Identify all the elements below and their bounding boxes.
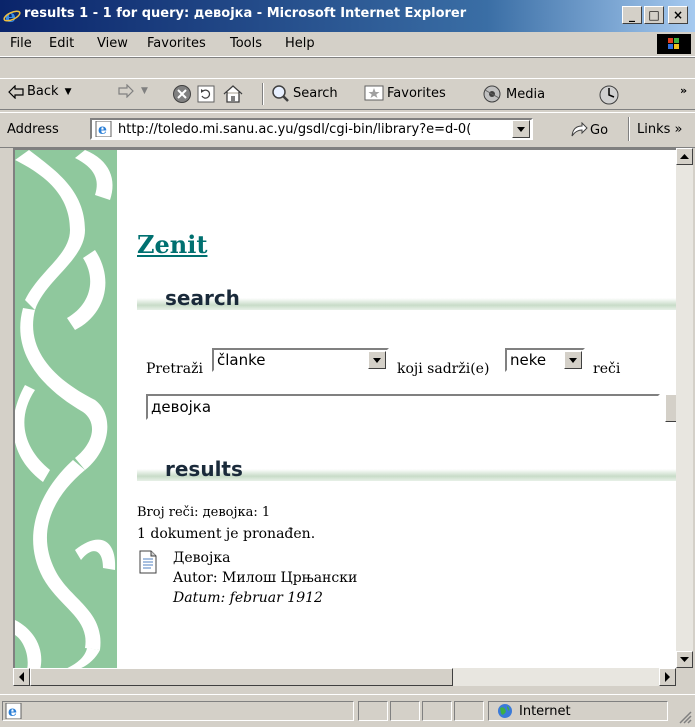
result-date: Datum: februar 1912 [173,590,323,606]
maximize-button[interactable]: □ [644,6,664,24]
go-arrow-icon [571,122,588,137]
back-dropdown-icon[interactable]: ▼ [65,87,72,97]
resize-grip-icon[interactable] [678,710,692,724]
search-type-select[interactable]: članke [212,348,389,372]
stop-icon [173,85,191,103]
window-title: results 1 - 1 for query: девојка - Micro… [24,6,467,21]
back-arrow-icon [8,84,24,99]
history-button[interactable] [598,84,623,106]
scroll-right-arrow-icon [665,672,670,682]
search-submit-button[interactable] [665,394,676,422]
collection-title-link[interactable]: Zenit [137,230,207,259]
menu-tools[interactable]: Tools [230,36,262,51]
home-icon [223,85,243,103]
menu-favorites[interactable]: Favorites [147,36,206,51]
internet-globe-icon [498,704,512,718]
search-prefix-label: Pretraži [146,361,203,377]
document-icon[interactable] [137,550,159,574]
windows-logo-icon [657,34,691,54]
scroll-down-button[interactable] [676,651,693,668]
search-section-heading: search [137,286,676,310]
go-button[interactable]: Go [570,122,608,138]
history-icon [599,85,619,105]
search-type-dropdown-icon[interactable] [368,351,386,369]
address-dropdown-icon[interactable] [512,120,530,138]
page-content: Zenit search Pretraži članke koji sadrži… [13,148,676,668]
close-button[interactable]: × [668,6,688,24]
browser-window: e results 1 - 1 for query: девојка - Mic… [0,0,695,726]
horizontal-scroll-thumb[interactable] [30,668,453,686]
forward-button[interactable]: ▼ [118,84,148,98]
status-panel [358,701,388,721]
menu-help[interactable]: Help [285,36,315,51]
scroll-left-arrow-icon [19,672,24,682]
menu-bar: File Edit View Favorites Tools Help [0,32,695,57]
menu-file[interactable]: File [10,36,32,51]
standard-toolbar: Back ▼ ▼ Search Favorites Media » [0,78,695,110]
stop-button[interactable] [172,84,195,104]
minimize-button[interactable]: _ [622,6,642,24]
toolbar-separator [262,83,264,105]
zone-indicator: Internet [497,703,571,719]
menu-edit[interactable]: Edit [49,36,74,51]
svg-text:e: e [98,122,107,137]
favorites-button[interactable]: Favorites [364,84,446,102]
search-suffix-label: reči [593,361,621,377]
status-bar: e Internet [0,694,695,727]
scroll-left-button[interactable] [13,668,30,686]
links-button[interactable]: Links » [637,122,682,137]
toolbar-overflow-chevron-icon[interactable]: » [680,84,687,97]
media-button[interactable]: Media [481,84,545,104]
scroll-right-button[interactable] [659,668,676,686]
address-bar: Address e http://toledo.mi.sanu.ac.yu/gs… [0,112,695,148]
media-icon [483,85,501,103]
status-panel [454,701,484,721]
search-mode-dropdown-icon[interactable] [564,351,582,369]
address-url: http://toledo.mi.sanu.ac.yu/gsdl/cgi-bin… [118,122,472,137]
word-count-text: Broj reči: девојка: 1 [137,505,271,520]
found-count-text: 1 dokument je pronađen. [137,526,316,542]
results-section-heading: results [137,457,676,481]
search-mode-select[interactable]: neke [505,348,585,372]
favorites-icon [364,85,384,101]
decorative-sidebar [15,150,117,668]
refresh-button[interactable] [196,84,219,104]
status-main-panel: e [2,701,354,721]
scroll-corner [676,668,693,686]
vertical-scrollbar[interactable] [676,148,693,668]
status-panel [422,701,452,721]
menu-view[interactable]: View [97,36,128,51]
braid-pattern-icon [15,150,116,668]
forward-dropdown-icon[interactable]: ▼ [141,86,148,96]
status-panel [390,701,420,721]
address-separator [628,117,630,141]
address-input[interactable]: e http://toledo.mi.sanu.ac.yu/gsdl/cgi-b… [90,118,533,140]
ie-page-icon: e [95,121,112,137]
scroll-down-arrow-icon [680,657,689,662]
forward-arrow-icon [118,84,134,98]
ie-logo-icon: e [3,7,21,25]
search-button[interactable]: Search [270,84,338,102]
search-icon [272,85,289,102]
result-title: Девојка [173,550,231,566]
query-input[interactable]: девојка [146,394,660,420]
address-label: Address [7,122,59,137]
refresh-icon [197,85,215,103]
title-bar: e results 1 - 1 for query: девојка - Mic… [0,0,695,32]
svg-text:e: e [8,704,17,719]
scroll-up-button[interactable] [676,148,693,165]
horizontal-scrollbar[interactable] [13,668,676,686]
back-button[interactable]: Back ▼ [8,84,71,99]
search-middle-label: koji sadrži(e) [397,361,490,377]
page-status-icon: e [5,703,22,719]
result-author: Autor: Милош Црњански [173,570,358,586]
home-button[interactable] [222,84,247,104]
scroll-up-arrow-icon [680,154,689,159]
